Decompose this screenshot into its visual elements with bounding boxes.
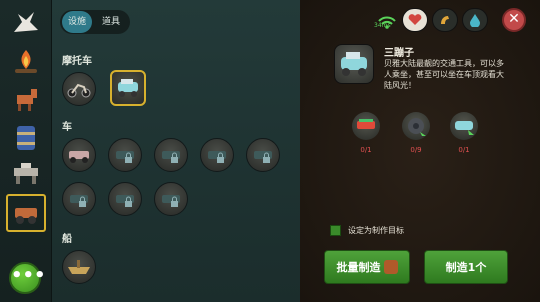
lock-icon bbox=[125, 152, 132, 163]
tab-bar: 设施 道具 bbox=[60, 10, 130, 34]
car-slot-7-locked[interactable] bbox=[108, 182, 142, 216]
selected-item-icon bbox=[334, 44, 374, 84]
workbench-icon[interactable] bbox=[8, 156, 44, 190]
water-filter-button[interactable] bbox=[462, 8, 488, 32]
lock-icon bbox=[263, 152, 270, 163]
ping-label: 34ms bbox=[374, 22, 391, 29]
lock-icon bbox=[217, 152, 224, 163]
material-gear-part-icon[interactable] bbox=[402, 112, 430, 140]
section-motorcycle: 摩托车 bbox=[62, 56, 92, 67]
lock-icon bbox=[171, 196, 178, 207]
car-slot-4-locked[interactable] bbox=[200, 138, 234, 172]
craft-target-label: 设定为制作目标 bbox=[348, 226, 404, 235]
item-description: 贝雅大陆最靓的交通工具，可以多人乘坐，甚至可以坐在车顶观看大陆风光！ bbox=[384, 59, 504, 90]
car-slot-6-locked[interactable] bbox=[62, 182, 96, 216]
motorcycle-slot-1[interactable] bbox=[62, 72, 96, 106]
barrel-icon[interactable] bbox=[8, 120, 44, 154]
rail-logo-icon[interactable] bbox=[8, 6, 44, 40]
car-slot-2-locked[interactable] bbox=[108, 138, 142, 172]
recipe-list: 设施 道具 摩托车 车 船 bbox=[52, 0, 300, 302]
material-tricycle-part-icon[interactable] bbox=[450, 112, 478, 140]
tab-facilities[interactable]: 设施 bbox=[62, 11, 92, 33]
strength-filter-button[interactable] bbox=[432, 8, 458, 32]
more-button[interactable]: ••• bbox=[9, 262, 46, 294]
close-button[interactable]: ✕ bbox=[502, 8, 526, 32]
arm-icon bbox=[441, 16, 449, 24]
category-rail: ••• bbox=[0, 0, 52, 302]
lock-icon bbox=[79, 196, 86, 207]
car-slot-5-locked[interactable] bbox=[246, 138, 280, 172]
section-boat: 船 bbox=[62, 234, 72, 245]
craft-target-checkbox[interactable] bbox=[330, 225, 341, 236]
lock-icon bbox=[171, 152, 178, 163]
drop-icon bbox=[470, 14, 480, 27]
material-count-3: 0/1 bbox=[458, 146, 470, 154]
material-count-1: 0/1 bbox=[360, 146, 372, 154]
tab-items[interactable]: 道具 bbox=[96, 11, 126, 33]
boat-slot-1[interactable] bbox=[62, 250, 96, 284]
batch-craft-button[interactable]: 批量制造 bbox=[324, 250, 410, 284]
vehicle-category-icon[interactable] bbox=[6, 194, 46, 232]
car-slot-8-locked[interactable] bbox=[154, 182, 188, 216]
material-count-2: 0/9 bbox=[410, 146, 422, 154]
craft-one-label: 制造1个 bbox=[445, 261, 487, 274]
horse-icon[interactable] bbox=[8, 82, 44, 116]
car-slot-3-locked[interactable] bbox=[154, 138, 188, 172]
batch-craft-label: 批量制造 bbox=[336, 261, 381, 274]
campfire-icon[interactable] bbox=[8, 44, 44, 78]
section-car: 车 bbox=[62, 122, 72, 133]
heart-filter-button[interactable] bbox=[402, 8, 428, 32]
detail-panel: 34ms ✕ 三蹦子 贝雅大陆最靓的交通工具，可以多人乘坐，甚至可以坐在车顶观看… bbox=[300, 0, 540, 302]
crafting-screen: ••• 设施 道具 摩托车 车 船 34ms ✕ 三蹦子 贝雅大陆最靓的交通工具… bbox=[0, 0, 540, 302]
lock-icon bbox=[125, 196, 132, 207]
car-slot-1[interactable] bbox=[62, 138, 96, 172]
craft-one-button[interactable]: 制造1个 bbox=[424, 250, 508, 284]
item-title: 三蹦子 bbox=[384, 48, 414, 59]
batch-quantity-badge bbox=[383, 260, 398, 274]
tricycle-slot-selected[interactable] bbox=[110, 70, 146, 106]
material-skate-part-icon[interactable] bbox=[352, 112, 380, 140]
heart-icon bbox=[408, 14, 422, 25]
